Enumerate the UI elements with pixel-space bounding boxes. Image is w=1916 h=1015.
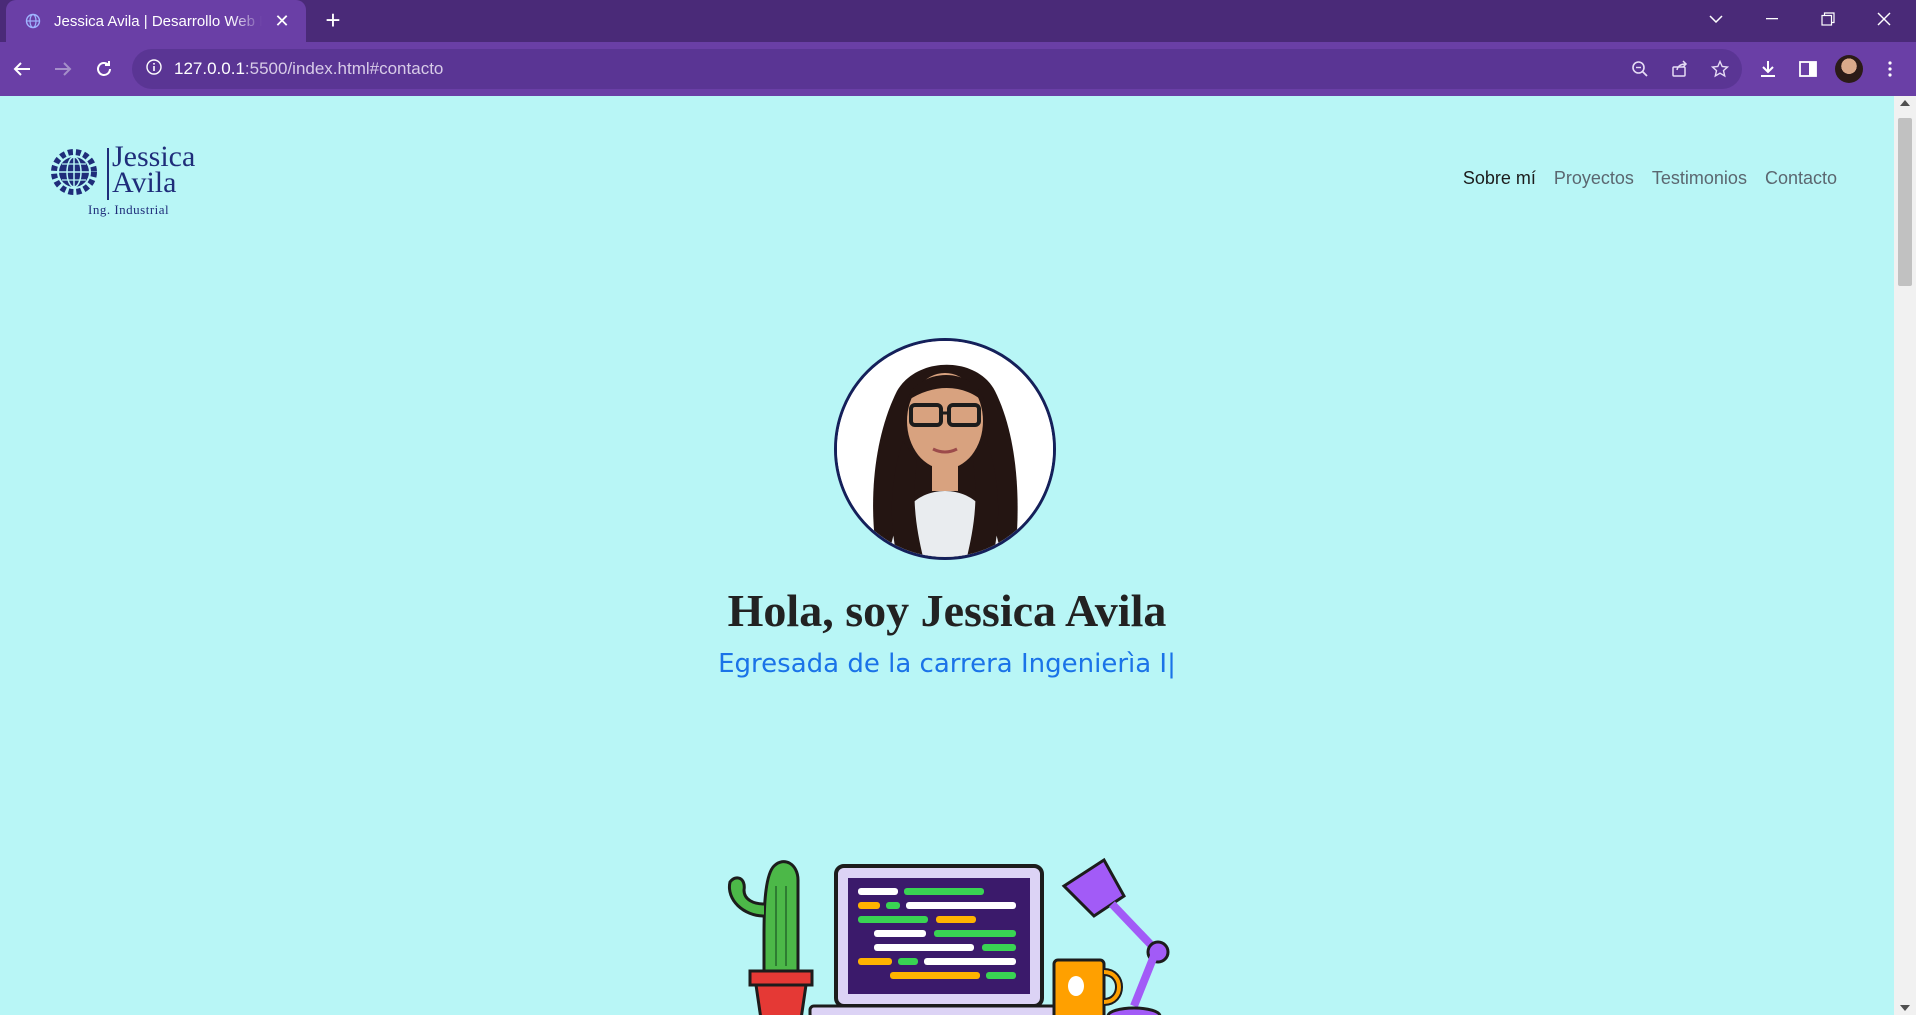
logo-name-line2: Avila: [112, 166, 177, 199]
page-viewport: Jessica Avila Ing. Industrial Sobre mí P…: [0, 96, 1894, 1015]
url-path: :5500/index.html#contacto: [244, 59, 444, 78]
nav-link-sobre-mi[interactable]: Sobre mí: [1463, 168, 1536, 189]
main-nav: Sobre mí Proyectos Testimonios Contacto: [1463, 168, 1837, 189]
logo-name: Jessica Avila: [112, 142, 195, 199]
site-logo[interactable]: Jessica Avila Ing. Industrial: [46, 142, 226, 224]
browser-tab-strip: Jessica Avila | Desarrollo Web Front ✕ +: [0, 0, 1916, 42]
monitor-code-icon: [808, 864, 1070, 1015]
logo-divider: [107, 148, 109, 200]
profile-photo: [834, 338, 1056, 560]
hero-title: Hola, soy Jessica Avila: [727, 585, 1167, 636]
nav-link-contacto[interactable]: Contacto: [1765, 168, 1837, 189]
site-info-icon[interactable]: [146, 58, 162, 80]
browser-toolbar: 127.0.0.1:5500/index.html#contacto: [0, 42, 1916, 96]
coffee-mug-icon: [1052, 958, 1123, 1015]
profile-avatar[interactable]: [1835, 55, 1863, 83]
kebab-menu-icon[interactable]: [1876, 55, 1904, 83]
globe-favicon-icon: [24, 12, 42, 30]
page-scrollbar[interactable]: [1894, 96, 1916, 1015]
nav-link-proyectos[interactable]: Proyectos: [1554, 168, 1634, 189]
hero-subtitle-typing: Egresada de la carrera Ingenierìa I|: [718, 649, 1176, 679]
share-icon[interactable]: [1668, 57, 1692, 81]
forward-arrow-icon[interactable]: [47, 53, 79, 85]
scrollbar-thumb[interactable]: [1898, 118, 1912, 286]
zoom-icon[interactable]: [1628, 57, 1652, 81]
minimize-icon[interactable]: [1744, 0, 1800, 38]
globe-gear-icon: [51, 149, 97, 195]
close-tab-icon[interactable]: ✕: [270, 11, 294, 32]
download-icon[interactable]: [1754, 55, 1782, 83]
side-panel-icon[interactable]: [1794, 55, 1822, 83]
nav-link-testimonios[interactable]: Testimonios: [1652, 168, 1747, 189]
tab-title: Jessica Avila | Desarrollo Web Front: [54, 12, 262, 30]
scroll-up-arrow-icon[interactable]: [1900, 100, 1910, 106]
reload-icon[interactable]: [88, 53, 120, 85]
restore-icon[interactable]: [1800, 0, 1856, 38]
logo-subtitle: Ing. Industrial: [88, 202, 170, 217]
desk-illustration: [727, 857, 1170, 1015]
back-arrow-icon[interactable]: [6, 53, 38, 85]
tab-search-chevron-icon[interactable]: [1688, 0, 1744, 38]
url-host: 127.0.0.1: [174, 59, 245, 78]
close-window-icon[interactable]: [1856, 0, 1912, 38]
scroll-down-arrow-icon[interactable]: [1900, 1005, 1910, 1011]
browser-tab-active[interactable]: Jessica Avila | Desarrollo Web Front ✕: [6, 0, 306, 42]
new-tab-button[interactable]: +: [318, 6, 348, 36]
address-bar[interactable]: 127.0.0.1:5500/index.html#contacto: [132, 49, 1742, 89]
url-text: 127.0.0.1:5500/index.html#contacto: [174, 59, 443, 79]
cactus-icon: [727, 860, 814, 1015]
bookmark-star-icon[interactable]: [1708, 57, 1732, 81]
